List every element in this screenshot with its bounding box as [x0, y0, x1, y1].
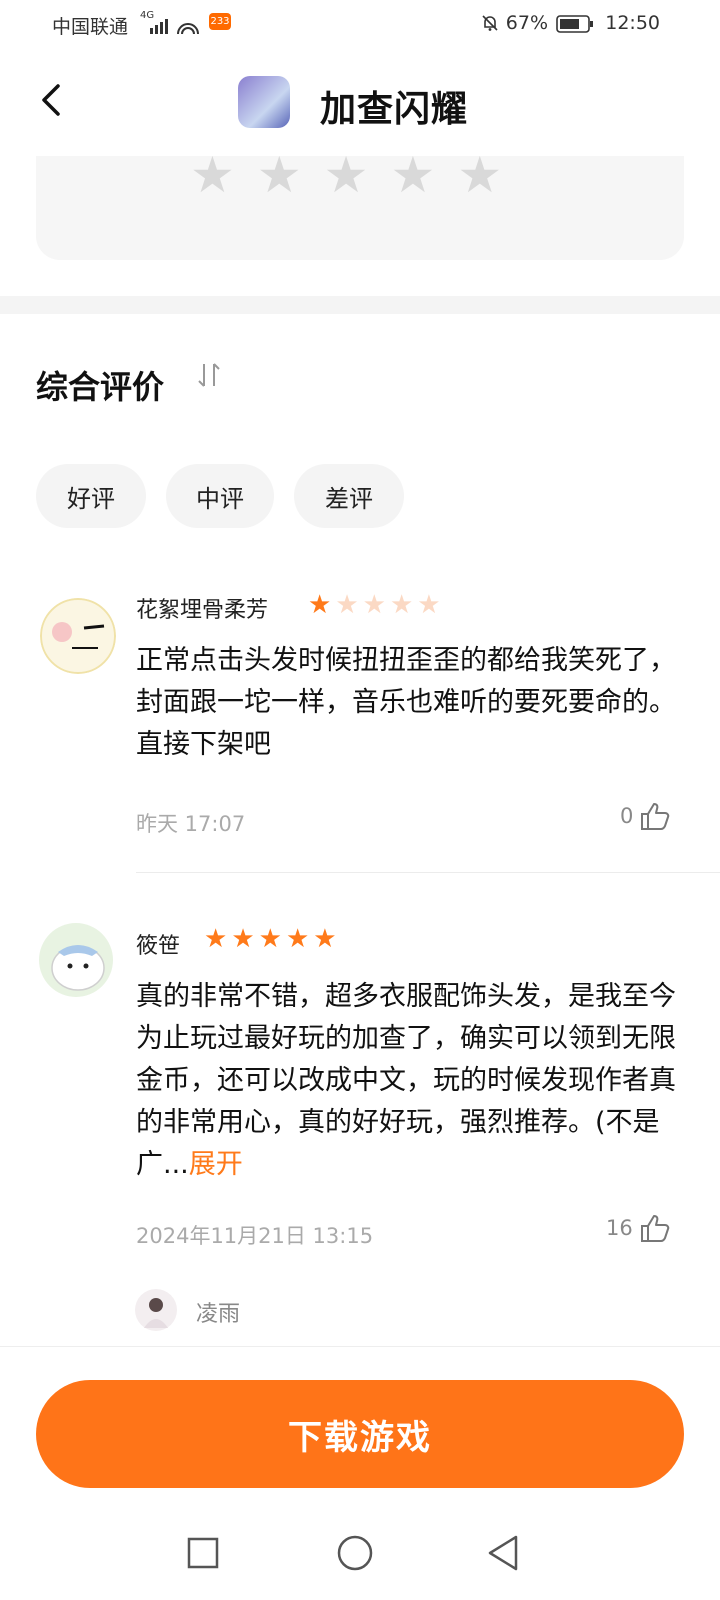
star-icon: ★ — [204, 924, 228, 954]
reviewer-name[interactable]: 花絮埋骨柔芳 — [136, 592, 268, 624]
review-divider — [136, 872, 720, 873]
battery-icon — [556, 15, 593, 33]
review-time: 2024年11月21日 13:15 — [136, 1224, 374, 1248]
filter-good[interactable]: 好评 — [36, 464, 146, 528]
expand-link[interactable]: 展开 — [189, 1149, 243, 1180]
recents-square-icon[interactable] — [186, 1536, 220, 1570]
status-bar: 中国联通 4G 233 67% 12:50 — [0, 0, 720, 50]
thumbs-up-icon[interactable] — [639, 800, 673, 832]
sort-icon[interactable] — [196, 360, 222, 390]
filter-neutral[interactable]: 中评 — [166, 464, 274, 528]
star-icon: ★ — [313, 924, 337, 954]
star-icon[interactable]: ★ — [390, 150, 435, 200]
app-badge-icon: 233 — [209, 13, 231, 30]
back-triangle-icon[interactable] — [486, 1534, 520, 1572]
section-divider — [0, 296, 720, 314]
bottom-divider — [0, 1346, 720, 1347]
avatar[interactable] — [40, 598, 116, 674]
signal-icon — [150, 19, 199, 35]
star-icon: ★ — [362, 590, 386, 620]
status-right: 67% — [480, 12, 548, 34]
star-icon: ★ — [258, 924, 282, 954]
clock: 12:50 — [605, 12, 660, 34]
avatar[interactable] — [38, 922, 114, 998]
star-icon: ★ — [285, 924, 310, 954]
star-icon: ★ — [308, 590, 332, 620]
like-button[interactable]: 16 — [606, 1212, 673, 1244]
like-button[interactable]: 0 — [620, 800, 673, 832]
back-arrow-icon[interactable] — [32, 80, 72, 120]
battery-percent: 67% — [505, 12, 548, 34]
reply-avatar[interactable] — [134, 1288, 178, 1332]
reviews-title: 综合评价 — [36, 368, 165, 406]
review-time: 昨天 17:07 — [136, 812, 246, 836]
review-rating: ★ ★ ★ ★ ★ — [204, 926, 337, 952]
system-nav-bar — [0, 1516, 720, 1600]
reply-user-name[interactable]: 凌雨 — [196, 1296, 240, 1328]
star-icon: ★ — [335, 590, 359, 620]
carrier-label: 中国联通 — [52, 16, 129, 38]
page-title: 加查闪耀 — [320, 89, 469, 130]
star-icon: ★ — [417, 590, 441, 620]
review-rating: ★ ★ ★ ★ ★ — [308, 592, 441, 618]
filter-bad[interactable]: 差评 — [294, 464, 404, 528]
star-icon: ★ — [389, 590, 414, 620]
app-icon — [238, 76, 290, 128]
star-icon[interactable]: ★ — [324, 150, 369, 200]
download-button[interactable]: 下载游戏 — [36, 1380, 684, 1488]
star-icon[interactable]: ★ — [190, 150, 235, 200]
like-count: 16 — [606, 1216, 633, 1240]
home-circle-icon[interactable] — [336, 1534, 374, 1572]
review-text[interactable]: 正常点击头发时候扭扭歪歪的都给我笑死了，封面跟一坨一样，音乐也难听的要死要命的。… — [136, 640, 682, 766]
star-icon[interactable]: ★ — [457, 150, 502, 200]
like-count: 0 — [620, 804, 634, 828]
mute-bell-icon — [482, 15, 498, 31]
star-icon[interactable]: ★ — [257, 150, 302, 200]
reviewer-name[interactable]: 筱笹 — [136, 928, 180, 960]
star-icon: ★ — [231, 924, 255, 954]
rate-stars[interactable]: ★ ★ ★ ★ ★ — [190, 150, 502, 200]
review-text[interactable]: 真的非常不错，超多衣服配饰头发，是我至今为止玩过最好玩的加查了，确实可以领到无限… — [136, 976, 682, 1186]
thumbs-up-icon[interactable] — [639, 1212, 673, 1244]
